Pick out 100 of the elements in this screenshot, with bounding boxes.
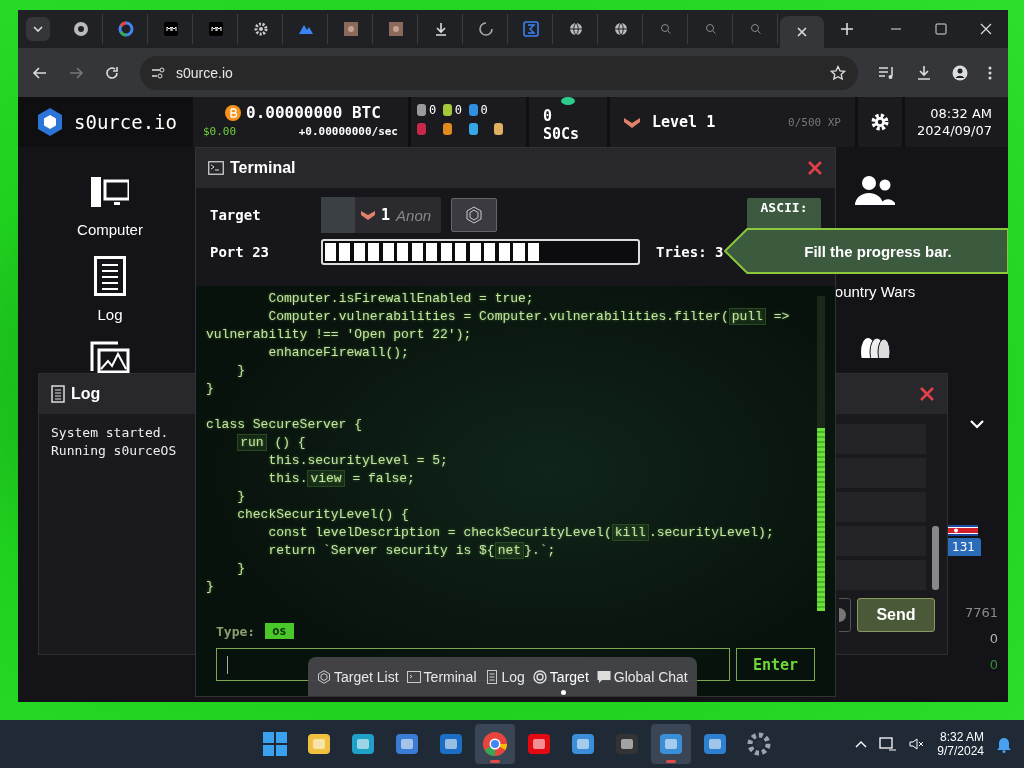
people-icon[interactable] bbox=[855, 175, 895, 207]
photo-icon bbox=[343, 21, 359, 37]
download-icon[interactable] bbox=[916, 64, 932, 81]
hack-button[interactable] bbox=[451, 198, 498, 232]
address-field[interactable]: s0urce.io bbox=[140, 55, 858, 90]
resource-count: 0 bbox=[480, 103, 488, 117]
back-icon[interactable] bbox=[32, 64, 48, 81]
flag-icon bbox=[948, 525, 978, 536]
window-title: Terminal bbox=[230, 159, 296, 177]
url-text: s0urce.io bbox=[176, 64, 233, 81]
socs-label: S0Cs bbox=[543, 125, 581, 143]
clock-time: 08:32 AM bbox=[930, 106, 992, 121]
browser-tab[interactable] bbox=[780, 16, 824, 48]
clock-date: 2024/09/07 bbox=[917, 123, 992, 138]
taskbar-app[interactable] bbox=[475, 724, 515, 764]
reload-icon[interactable] bbox=[104, 64, 120, 81]
chevron-up-icon[interactable] bbox=[855, 740, 868, 748]
stat-value: 0 bbox=[989, 657, 998, 672]
resource-count: 0 bbox=[454, 103, 462, 117]
dark-square-icon bbox=[614, 731, 640, 757]
chevron-down-icon bbox=[33, 26, 43, 32]
target-level: 1 bbox=[381, 206, 391, 224]
code-line: } bbox=[206, 380, 215, 398]
gear-icon bbox=[253, 21, 269, 37]
media-icon[interactable] bbox=[878, 64, 896, 81]
document-icon bbox=[484, 669, 499, 684]
dark-square-icon bbox=[208, 21, 224, 37]
player-count-badge: 131 bbox=[948, 538, 981, 556]
socs-count: 0 bbox=[543, 107, 554, 125]
avatar-placeholder bbox=[321, 197, 355, 233]
gem-icon bbox=[561, 97, 575, 105]
desktop-icon-label[interactable]: Log bbox=[97, 306, 123, 323]
gear-icon bbox=[746, 731, 772, 757]
code-line: checkSecurityLevel() { bbox=[236, 506, 410, 524]
btc-amount: 0.00000000 BTC bbox=[246, 103, 381, 122]
emoji-button-icon[interactable] bbox=[839, 598, 851, 632]
profile-icon[interactable] bbox=[952, 64, 968, 81]
code-line: return `Server security is ${ net }.`; bbox=[267, 542, 557, 560]
maximize-icon[interactable] bbox=[935, 23, 947, 35]
stat-value: 0 bbox=[989, 631, 998, 646]
code-line: } bbox=[206, 578, 215, 596]
dock-item[interactable]: Global Chat bbox=[596, 666, 688, 687]
new-tab-icon[interactable] bbox=[840, 22, 854, 36]
hexagon-icon bbox=[466, 206, 483, 224]
bell-icon[interactable] bbox=[996, 735, 1012, 753]
log-line: System started. bbox=[51, 424, 169, 442]
network-icon[interactable] bbox=[879, 736, 898, 752]
chevron-rank-icon bbox=[361, 210, 375, 220]
download-icon bbox=[433, 21, 449, 37]
dock-item[interactable]: Terminal bbox=[406, 666, 477, 687]
terminal-icon bbox=[208, 161, 224, 175]
btc-rate: +0.00000000/sec bbox=[298, 125, 398, 138]
target-card[interactable]: 1 Anon bbox=[321, 197, 442, 233]
tab-search-button[interactable] bbox=[26, 17, 50, 41]
scrollbar-thumb[interactable] bbox=[932, 526, 939, 590]
document-icon[interactable] bbox=[94, 256, 126, 296]
type-label: Type: bbox=[216, 623, 256, 639]
code-line: } bbox=[236, 362, 247, 380]
sigma-icon bbox=[523, 21, 539, 37]
code-line: Computer.isFirewallEnabled = true; bbox=[267, 290, 535, 308]
start-icon bbox=[262, 731, 288, 757]
taskbar-app[interactable] bbox=[651, 724, 691, 764]
document-icon bbox=[51, 385, 65, 403]
type-tag: os bbox=[265, 623, 294, 639]
hint-tooltip: Fill the progress bar. bbox=[724, 228, 1008, 274]
tries-counter: Tries: 3 bbox=[656, 244, 724, 260]
code-line: } bbox=[236, 560, 247, 578]
code-line: this.securityLevel = 5; bbox=[267, 452, 449, 470]
site-settings-icon[interactable] bbox=[150, 64, 166, 81]
dark-square-icon bbox=[163, 21, 179, 37]
settings-icon[interactable] bbox=[870, 112, 890, 132]
forward-icon[interactable] bbox=[68, 64, 84, 81]
usd-value: $0.00 bbox=[203, 125, 237, 138]
chevron-down-icon[interactable] bbox=[970, 420, 984, 429]
active-dot bbox=[560, 689, 566, 695]
chevron-rank-icon bbox=[624, 116, 640, 128]
enter-button[interactable]: Enter bbox=[736, 648, 815, 681]
image-icon[interactable] bbox=[90, 341, 130, 373]
send-button[interactable]: Send bbox=[857, 598, 935, 632]
taskbar-date[interactable]: 9/7/2024 bbox=[937, 744, 984, 758]
code-line: class SecureServer { bbox=[206, 416, 364, 434]
resource-count: 0 bbox=[429, 103, 437, 117]
taskbar-time[interactable]: 8:32 AM bbox=[939, 730, 984, 744]
desktop-icon-label[interactable]: ountry Wars bbox=[834, 283, 916, 300]
code-line: this. view = false; bbox=[267, 470, 416, 488]
dock-item[interactable]: Log bbox=[484, 666, 525, 687]
dock-item[interactable]: Target List bbox=[317, 666, 399, 687]
stat-value: 7761 bbox=[964, 605, 998, 620]
level-text: Level 1 bbox=[652, 113, 716, 131]
speaker-muted-icon[interactable] bbox=[909, 736, 926, 752]
desktop-icon-label[interactable]: Computer bbox=[77, 221, 143, 238]
menu-icon[interactable] bbox=[988, 64, 992, 81]
dock-item[interactable]: Target bbox=[532, 666, 589, 687]
code-line: } bbox=[236, 488, 247, 506]
code-line: Computer.vulnerabilities = Computer.vulnerabilities.filter( pull => vulnerability !== 'Open port 22'); bbox=[206, 308, 791, 344]
photo-icon bbox=[388, 21, 404, 37]
target-label: Target bbox=[210, 207, 262, 223]
star-icon[interactable] bbox=[830, 64, 846, 81]
coin-stack-icon[interactable] bbox=[859, 336, 891, 358]
colored-ring-icon bbox=[118, 21, 134, 37]
